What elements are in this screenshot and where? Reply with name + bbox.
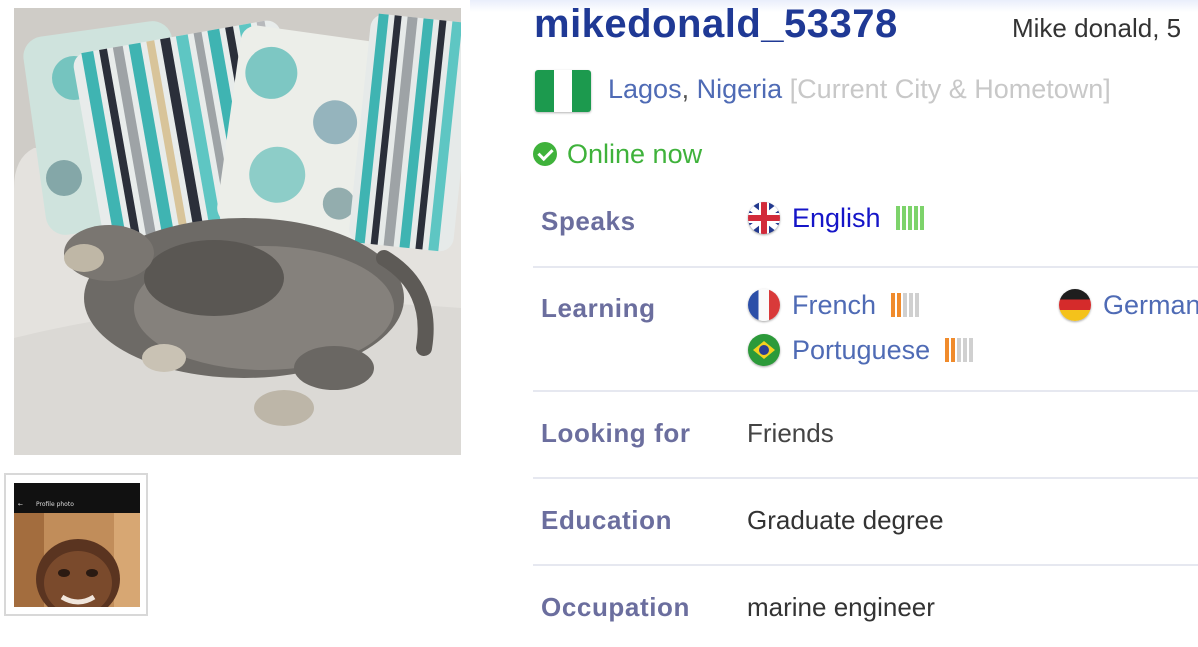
proficiency-level-meter xyxy=(891,293,920,317)
country-link[interactable]: Nigeria xyxy=(697,74,783,104)
divider xyxy=(533,477,1198,479)
language-name[interactable]: Portuguese xyxy=(792,335,930,366)
language-name[interactable]: German xyxy=(1103,290,1198,321)
speaks-label: Speaks xyxy=(541,206,636,236)
looking-for-value: Friends xyxy=(747,418,834,448)
location-separator: , xyxy=(681,74,690,104)
online-status-text: Online now xyxy=(567,139,703,169)
divider xyxy=(533,390,1198,392)
education-value: Graduate degree xyxy=(747,505,944,535)
proficiency-level-meter xyxy=(895,206,924,230)
dog-on-couch-image xyxy=(14,8,461,455)
thumbnail-bar-title: Profile photo xyxy=(36,501,74,508)
username-heading: mikedonald_53378 xyxy=(534,2,898,46)
learning-label: Learning xyxy=(541,293,656,323)
location-hint: [Current City & Hometown] xyxy=(789,74,1111,104)
language-name[interactable]: French xyxy=(792,290,876,321)
real-name-age: Mike donald, 5 xyxy=(1012,13,1182,43)
back-arrow-icon: ← xyxy=(18,501,24,508)
language-english[interactable]: English xyxy=(748,202,924,234)
uk-flag-icon xyxy=(748,202,780,234)
germany-flag-icon xyxy=(1059,289,1091,321)
city-link[interactable]: Lagos xyxy=(608,74,682,104)
main-profile-photo[interactable] xyxy=(14,8,461,455)
nigeria-flag-icon xyxy=(535,70,591,112)
language-german[interactable]: German xyxy=(1059,289,1198,321)
proficiency-level-meter xyxy=(945,338,974,362)
brazil-flag-icon xyxy=(748,334,780,366)
france-flag-icon xyxy=(748,289,780,321)
online-status: Online now xyxy=(533,136,702,172)
education-label: Education xyxy=(541,505,673,535)
language-french[interactable]: French xyxy=(748,289,920,321)
selfie-image xyxy=(14,513,140,607)
language-portuguese[interactable]: Portuguese xyxy=(748,334,974,366)
location-line: Lagos, Nigeria [Current City & Hometown] xyxy=(608,70,1111,108)
occupation-label: Occupation xyxy=(541,592,691,622)
thumbnail-phone-bar: ← Profile photo xyxy=(14,483,140,513)
profile-photo-thumbnail[interactable]: ← Profile photo xyxy=(14,483,140,607)
check-circle-icon xyxy=(533,142,557,166)
language-name[interactable]: English xyxy=(792,203,881,234)
occupation-value: marine engineer xyxy=(747,592,935,622)
looking-for-label: Looking for xyxy=(541,418,691,448)
photo-thumbnail-frame[interactable]: ← Profile photo xyxy=(4,473,148,616)
divider xyxy=(533,564,1198,566)
divider xyxy=(533,266,1198,268)
